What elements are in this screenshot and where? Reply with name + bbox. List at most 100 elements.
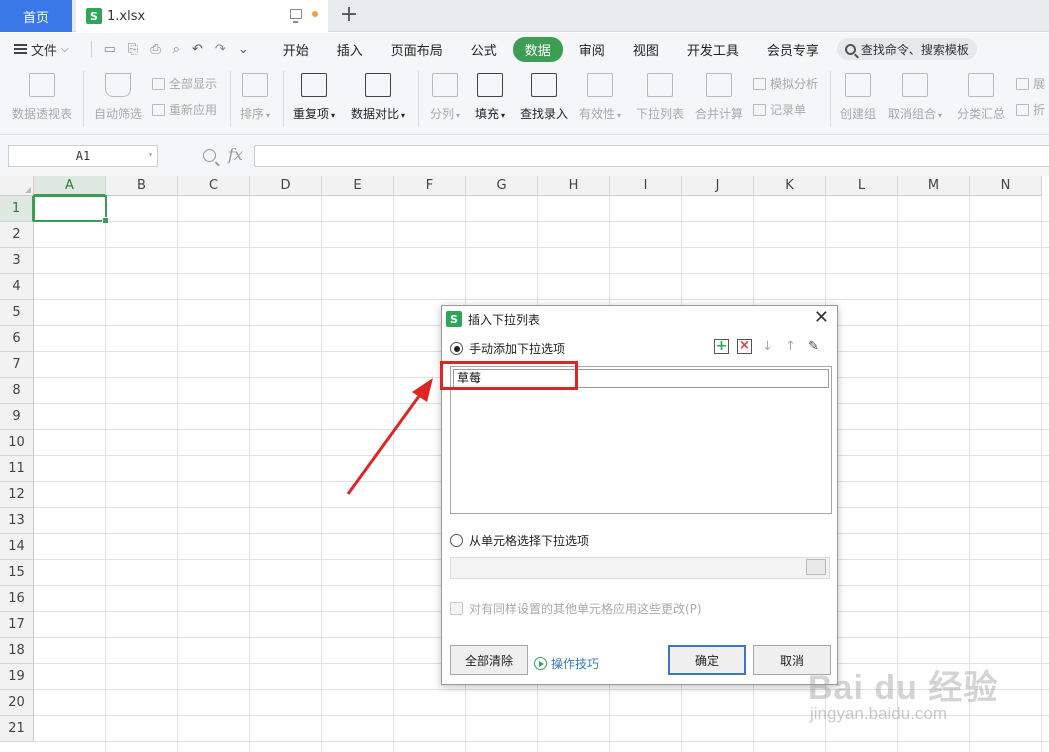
find-entry-button[interactable]: 查找录入 xyxy=(520,73,568,122)
chevron-down-icon[interactable]: ▾ xyxy=(148,150,153,159)
row-header[interactable]: 15 xyxy=(0,560,34,586)
tips-link[interactable]: 操作技巧 xyxy=(534,655,599,672)
row-header[interactable]: 20 xyxy=(0,690,34,716)
create-group-button[interactable]: 创建组 xyxy=(840,73,876,122)
menu-tab-developer[interactable]: 开发工具 xyxy=(675,37,751,62)
undo-icon[interactable]: ↶ xyxy=(192,42,203,57)
close-icon[interactable]: ✕ xyxy=(814,309,829,327)
data-compare-button[interactable]: 数据对比 ▾ xyxy=(351,73,405,122)
column-header[interactable]: D xyxy=(250,176,322,196)
ungroup-button[interactable]: 取消组合 ▾ xyxy=(888,73,942,122)
monitor-icon[interactable] xyxy=(290,9,302,23)
menu-tab-review[interactable]: 审阅 xyxy=(567,37,617,62)
row-header[interactable]: 11 xyxy=(0,456,34,482)
row-header[interactable]: 10 xyxy=(0,430,34,456)
menu-tab-formulas[interactable]: 公式 xyxy=(459,37,509,62)
file-menu-button[interactable]: 文件 ⌵ xyxy=(0,40,69,59)
zoom-icon[interactable] xyxy=(203,149,216,162)
pivot-table-button[interactable]: 数据透视表 xyxy=(12,73,72,122)
sort-button[interactable]: 排序 ▾ xyxy=(240,73,270,122)
row-header[interactable]: 19 xyxy=(0,664,34,690)
row-header[interactable]: 9 xyxy=(0,404,34,430)
row-header[interactable]: 13 xyxy=(0,508,34,534)
edit-pencil-icon[interactable]: ✎ xyxy=(806,339,821,354)
menu-tab-insert[interactable]: 插入 xyxy=(325,37,375,62)
column-header[interactable]: A xyxy=(34,176,106,196)
range-picker-icon[interactable] xyxy=(806,559,826,575)
redo-icon[interactable]: ↷ xyxy=(215,42,226,57)
manual-option-radio[interactable]: 手动添加下拉选项 xyxy=(450,340,565,357)
reapply-button[interactable]: 重新应用 xyxy=(152,101,217,118)
column-header[interactable]: H xyxy=(538,176,610,196)
formula-input[interactable] xyxy=(254,145,1049,167)
autofilter-button[interactable]: 自动筛选 xyxy=(94,73,142,122)
row-header[interactable]: 7 xyxy=(0,352,34,378)
print-icon[interactable]: ⎙ xyxy=(150,42,160,57)
ok-button[interactable]: 确定 xyxy=(668,645,746,675)
row-header[interactable]: 3 xyxy=(0,248,34,274)
preview-icon[interactable]: ⌕ xyxy=(173,42,180,57)
row-header[interactable]: 21 xyxy=(0,716,34,742)
function-icon[interactable]: fx xyxy=(228,145,243,164)
cancel-button[interactable]: 取消 xyxy=(753,645,831,675)
select-all-corner[interactable] xyxy=(0,176,34,196)
record-form-button[interactable]: 记录单 xyxy=(753,101,806,118)
dialog-titlebar[interactable]: S 插入下拉列表 xyxy=(442,306,837,332)
add-item-icon[interactable]: + xyxy=(714,339,729,354)
row-header[interactable]: 12 xyxy=(0,482,34,508)
from-cells-option-radio[interactable]: 从单元格选择下拉选项 xyxy=(450,532,589,549)
fill-button[interactable]: 填充 ▾ xyxy=(475,73,505,122)
clear-all-button[interactable]: 全部清除 xyxy=(450,645,528,675)
move-up-icon[interactable]: ↑ xyxy=(783,339,798,354)
export-icon[interactable]: ⎘ xyxy=(128,42,138,57)
column-header[interactable]: E xyxy=(322,176,394,196)
menu-tab-start[interactable]: 开始 xyxy=(271,37,321,62)
column-header[interactable]: J xyxy=(682,176,754,196)
dropdown-list-button[interactable]: 下拉列表 xyxy=(636,73,684,122)
row-header[interactable]: 4 xyxy=(0,274,34,300)
expand-detail-button[interactable]: 展 xyxy=(1016,75,1045,92)
column-header[interactable]: K xyxy=(754,176,826,196)
row-header[interactable]: 5 xyxy=(0,300,34,326)
row-header[interactable]: 17 xyxy=(0,612,34,638)
delete-item-icon[interactable]: × xyxy=(737,339,752,354)
column-header[interactable]: L xyxy=(826,176,898,196)
save-icon[interactable]: ▭ xyxy=(104,42,116,57)
cell-range-input[interactable] xyxy=(450,557,830,579)
what-if-analysis-button[interactable]: 模拟分析 xyxy=(753,75,818,92)
column-header[interactable]: B xyxy=(106,176,178,196)
row-header[interactable]: 16 xyxy=(0,586,34,612)
menu-tab-page-layout[interactable]: 页面布局 xyxy=(379,37,455,62)
split-column-button[interactable]: 分列 ▾ xyxy=(430,73,460,122)
row-header[interactable]: 2 xyxy=(0,222,34,248)
tab-workbook[interactable]: S 1.xlsx xyxy=(76,0,328,32)
row-header[interactable]: 1 xyxy=(0,196,34,222)
column-header[interactable]: N xyxy=(970,176,1042,196)
column-header[interactable]: I xyxy=(610,176,682,196)
menu-tab-view[interactable]: 视图 xyxy=(621,37,671,62)
row-header[interactable]: 18 xyxy=(0,638,34,664)
column-header[interactable]: G xyxy=(466,176,538,196)
customize-chevron-icon[interactable]: ⌄ xyxy=(238,42,249,57)
show-all-button[interactable]: 全部显示 xyxy=(152,75,217,92)
validity-button[interactable]: 有效性 ▾ xyxy=(579,73,621,122)
active-cell-a1[interactable] xyxy=(33,195,109,224)
column-header[interactable]: M xyxy=(898,176,970,196)
subtotal-button[interactable]: 分类汇总 xyxy=(957,73,1005,122)
duplicates-button[interactable]: 重复项 ▾ xyxy=(293,73,335,122)
name-box[interactable]: A1 ▾ xyxy=(8,145,158,167)
row-header[interactable]: 6 xyxy=(0,326,34,352)
new-tab-button[interactable]: + xyxy=(338,4,360,26)
menu-tab-data[interactable]: 数据 xyxy=(512,36,563,62)
row-header[interactable]: 14 xyxy=(0,534,34,560)
fold-detail-button[interactable]: 折 xyxy=(1016,101,1045,118)
tab-home[interactable]: 首页 xyxy=(0,0,72,32)
column-header[interactable]: C xyxy=(178,176,250,196)
move-down-icon[interactable]: ↓ xyxy=(760,339,775,354)
consolidate-button[interactable]: 合并计算 xyxy=(695,73,743,122)
command-search-box[interactable]: 查找命令、搜索模板 xyxy=(836,38,977,60)
apply-to-others-checkbox[interactable]: 对有同样设置的其他单元格应用这些更改(P) xyxy=(450,600,702,617)
column-header[interactable]: F xyxy=(394,176,466,196)
row-header[interactable]: 8 xyxy=(0,378,34,404)
menu-tab-member[interactable]: 会员专享 xyxy=(755,37,831,62)
